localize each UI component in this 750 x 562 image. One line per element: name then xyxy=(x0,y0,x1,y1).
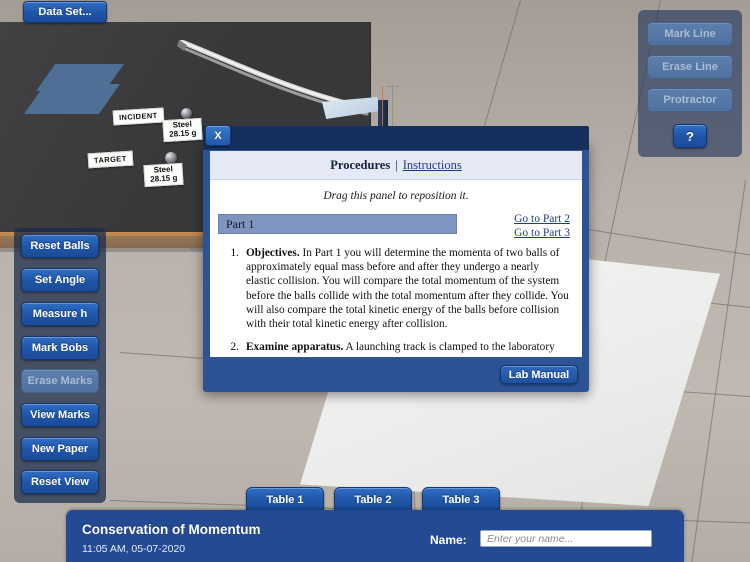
name-label: Name: xyxy=(430,533,467,547)
instructions-link[interactable]: Instructions xyxy=(403,158,462,173)
procedure-number: 1. xyxy=(230,247,239,259)
incident-mass-value: 28.15 g xyxy=(168,127,197,139)
procedure-number: 2. xyxy=(230,341,239,354)
procedure-body: In Part 1 you will determine the momenta… xyxy=(246,247,569,331)
name-input[interactable] xyxy=(480,530,652,547)
new-paper-button[interactable]: New Paper xyxy=(21,437,99,461)
experiment-title: Conservation of Momentum xyxy=(82,522,261,537)
close-icon[interactable]: X xyxy=(205,125,231,146)
dialog-title: Procedures xyxy=(330,157,391,172)
lab-manual-button[interactable]: Lab Manual xyxy=(500,365,578,384)
mark-bobs-button[interactable]: Mark Bobs xyxy=(21,336,99,360)
incident-ball xyxy=(181,108,192,119)
bottom-status-bar: Conservation of Momentum 11:05 AM, 05-07… xyxy=(66,510,684,562)
erase-line-button[interactable]: Erase Line xyxy=(647,55,733,79)
procedure-body: A launching track is clamped to the labo… xyxy=(345,341,555,354)
part-selector-row: Part 1 Go to Part 2 Go to Part 3 xyxy=(218,213,574,239)
procedure-item: 2. Examine apparatus. A launching track … xyxy=(220,340,570,354)
left-tool-panel: Reset Balls Set Angle Measure h Mark Bob… xyxy=(14,228,106,503)
dialog-header: Procedures | Instructions xyxy=(210,151,582,180)
procedure-list: 1. Objectives. In Part 1 you will determ… xyxy=(220,246,570,354)
header-separator: | xyxy=(395,157,398,172)
data-set-button[interactable]: Data Set... xyxy=(23,1,107,23)
procedure-heading: Objectives. xyxy=(246,247,300,259)
simulation-stage: INCIDENT TARGET Steel 28.15 g Steel 28.1… xyxy=(0,0,750,562)
goto-part-3-link[interactable]: Go to Part 3 xyxy=(514,226,570,240)
reset-view-button[interactable]: Reset View xyxy=(21,470,99,494)
protractor-button[interactable]: Protractor xyxy=(647,88,733,112)
help-button[interactable]: ? xyxy=(673,124,707,148)
goto-part-2-link[interactable]: Go to Part 2 xyxy=(514,212,570,226)
reset-balls-button[interactable]: Reset Balls xyxy=(21,234,99,258)
pole-crossbar xyxy=(386,86,399,87)
incident-ball-mass-tag: Steel 28.15 g xyxy=(162,117,203,143)
dialog-body: Procedures | Instructions Drag this pane… xyxy=(210,151,582,357)
procedure-heading: Examine apparatus. xyxy=(246,341,344,354)
target-mass-value: 28.15 g xyxy=(149,172,178,184)
target-ball-mass-tag: Steel 28.15 g xyxy=(143,162,184,188)
tab-table-3[interactable]: Table 3 xyxy=(422,487,500,512)
mark-line-button[interactable]: Mark Line xyxy=(647,22,733,46)
procedure-text: Examine apparatus. A launching track is … xyxy=(246,340,555,354)
procedures-dialog[interactable]: X Procedures | Instructions Drag this pa… xyxy=(203,125,589,392)
procedure-item: 1. Objectives. In Part 1 you will determ… xyxy=(220,246,570,331)
target-ball xyxy=(165,152,177,164)
target-ball-label: TARGET xyxy=(87,150,134,169)
goto-part-links: Go to Part 2 Go to Part 3 xyxy=(514,212,570,240)
part-1-bar[interactable]: Part 1 xyxy=(218,214,457,234)
erase-marks-button[interactable]: Erase Marks xyxy=(21,369,99,393)
measure-h-button[interactable]: Measure h xyxy=(21,302,99,326)
view-marks-button[interactable]: View Marks xyxy=(21,403,99,427)
procedure-text: Objectives. In Part 1 you will determine… xyxy=(246,246,570,331)
tab-table-2[interactable]: Table 2 xyxy=(334,487,412,512)
tab-table-1[interactable]: Table 1 xyxy=(246,487,324,512)
set-angle-button[interactable]: Set Angle xyxy=(21,268,99,292)
incident-ball-label: INCIDENT xyxy=(112,107,165,126)
dialog-title-bar[interactable] xyxy=(203,126,589,150)
drag-hint-text: Drag this panel to reposition it. xyxy=(323,190,469,202)
timestamp: 11:05 AM, 05-07-2020 xyxy=(82,543,186,555)
